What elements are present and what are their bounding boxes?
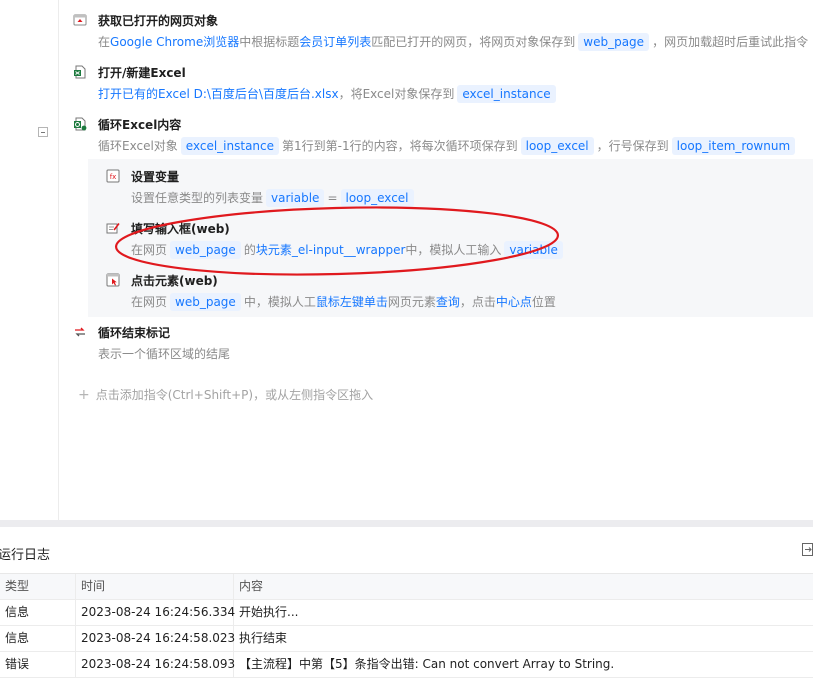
description-text: 设置任意类型的列表变量 <box>131 191 264 205</box>
variable-chip[interactable]: web_page <box>578 33 650 51</box>
log-type: 信息 <box>0 600 76 625</box>
variable-chip[interactable]: web_page <box>170 241 241 259</box>
add-instruction-hint[interactable]: + 点击添加指令(Ctrl+Shift+P)，或从左侧指令区拖入 <box>78 386 373 403</box>
description-text: = <box>327 191 338 205</box>
description-text: ，网页加载超时后重试此指令 <box>652 35 809 49</box>
log-content: 【主流程】中第【5】条指令出错: Can not convert Array t… <box>239 657 615 671</box>
log-time: 2023-08-24 16:24:58.093 <box>76 652 235 677</box>
variable-chip[interactable]: loop_excel <box>520 137 594 155</box>
description-text: 网页元素 <box>387 295 436 309</box>
step-description: 在Google Chrome浏览器中根据标题会员订单列表匹配已打开的网页，将网页… <box>98 33 808 51</box>
log-panel-title: 运行日志 <box>0 548 51 563</box>
step-title: 循环Excel内容 <box>98 118 182 132</box>
variable-chip[interactable]: excel_instance <box>180 137 280 155</box>
log-row[interactable]: 错误 2023-08-24 16:24:58.093 【主流程】中第【5】条指令… <box>0 652 813 678</box>
collapse-loop-button[interactable] <box>38 127 48 137</box>
plus-icon: + <box>78 387 90 403</box>
log-type: 信息 <box>0 626 76 651</box>
description-text: 表示一个循环区域的结尾 <box>98 347 231 361</box>
parameter-value[interactable]: 鼠标左键单击 <box>316 295 388 309</box>
variable-chip[interactable]: loop_excel <box>340 189 414 207</box>
description-text: 循环Excel对象 <box>98 139 178 153</box>
step-title: 获取已打开的网页对象 <box>98 14 219 28</box>
log-table: 类型 时间 内容 信息 2023-08-24 16:24:56.334 开始执行… <box>0 573 813 678</box>
description-text: 的 <box>243 243 256 257</box>
log-time: 2023-08-24 16:24:58.023 <box>76 626 235 651</box>
svg-text:fx: fx <box>110 173 117 181</box>
description-text: 中，模拟人工输入 <box>405 243 502 257</box>
log-table-header: 类型 时间 内容 <box>0 574 813 600</box>
log-content: 开始执行... <box>239 605 299 619</box>
excel-file-icon <box>74 65 86 79</box>
description-text: 中根据标题 <box>239 35 300 49</box>
description-text: ，行号保存到 <box>596 139 669 153</box>
variable-icon: fx <box>106 169 120 183</box>
step-description: 在网页 web_page 中，模拟人工鼠标左键单击网页元素查询，点击中心点位置 <box>131 293 556 311</box>
column-header-type[interactable]: 类型 <box>0 574 76 599</box>
parameter-value[interactable]: 查询 <box>436 295 460 309</box>
loop-end-icon <box>75 327 85 337</box>
description-text: 位置 <box>531 295 556 309</box>
edit-input-icon <box>106 223 120 234</box>
description-text: 中，模拟人工 <box>243 295 316 309</box>
panel-splitter[interactable] <box>0 520 813 527</box>
variable-chip[interactable]: web_page <box>170 293 241 311</box>
variable-chip[interactable]: excel_instance <box>457 85 556 103</box>
description-text: ，将Excel对象保存到 <box>338 87 455 101</box>
parameter-value[interactable]: 中心点 <box>496 295 532 309</box>
variable-chip[interactable]: variable <box>504 241 563 259</box>
parameter-value[interactable]: 块元素_el-input__wrapper <box>256 243 406 257</box>
log-content: 执行结束 <box>239 631 288 645</box>
click-element-icon <box>106 273 120 287</box>
step-title: 设置变量 <box>131 170 180 184</box>
description-text: ，点击 <box>459 295 496 309</box>
step-description: 在网页 web_page 的块元素_el-input__wrapper中，模拟人工输… <box>131 241 566 259</box>
step-description: 循环Excel对象 excel_instance 第1行到第-1行的内容，将每次循环… <box>98 137 798 155</box>
step-title: 循环结束标记 <box>98 326 171 340</box>
variable-chip[interactable]: loop_item_rownum <box>671 137 796 155</box>
parameter-value[interactable]: Google Chrome浏览器 <box>110 35 239 49</box>
description-text: 匹配已打开的网页，将网页对象保存到 <box>371 35 576 49</box>
step-title: 打开/新建Excel <box>98 66 186 80</box>
run-log-panel: 运行日志 类型 时间 内容 信息 2023-08-24 16:24:56.334… <box>0 527 813 686</box>
description-text: 第1行到第-1行的内容，将每次循环项保存到 <box>282 139 518 153</box>
browser-page-icon <box>73 14 87 26</box>
description-text: 在网页 <box>131 295 168 309</box>
add-hint-text: 点击添加指令(Ctrl+Shift+P)，或从左侧指令区拖入 <box>95 388 374 402</box>
step-description: 表示一个循环区域的结尾 <box>98 345 230 363</box>
variable-chip[interactable]: variable <box>266 189 325 207</box>
log-row[interactable]: 信息 2023-08-24 16:24:58.023 执行结束 <box>0 626 813 652</box>
parameter-value[interactable]: 会员订单列表 <box>299 35 371 49</box>
step-description: 设置任意类型的列表变量 variable = loop_excel <box>131 189 417 207</box>
column-header-time[interactable]: 时间 <box>76 574 234 599</box>
step-title: 填写输入框(web) <box>131 222 230 236</box>
parameter-value[interactable]: 打开已有的Excel D:\百度后台\百度后台.xlsx <box>98 87 339 101</box>
description-text: 在 <box>98 35 111 49</box>
column-header-content[interactable]: 内容 <box>234 574 813 599</box>
log-time: 2023-08-24 16:24:56.334 <box>76 600 235 625</box>
description-text: 在网页 <box>131 243 168 257</box>
log-row[interactable]: 信息 2023-08-24 16:24:56.334 开始执行... <box>0 600 813 626</box>
step-description: 打开已有的Excel D:\百度后台\百度后台.xlsx，将Excel对象保存到… <box>98 85 559 103</box>
gutter-divider <box>58 0 59 520</box>
step-title: 点击元素(web) <box>131 274 218 288</box>
excel-loop-icon <box>74 117 87 131</box>
export-icon[interactable] <box>802 543 813 556</box>
workflow-editor: 获取已打开的网页对象 在Google Chrome浏览器中根据标题会员订单列表匹… <box>0 0 813 520</box>
log-type: 错误 <box>0 652 76 677</box>
